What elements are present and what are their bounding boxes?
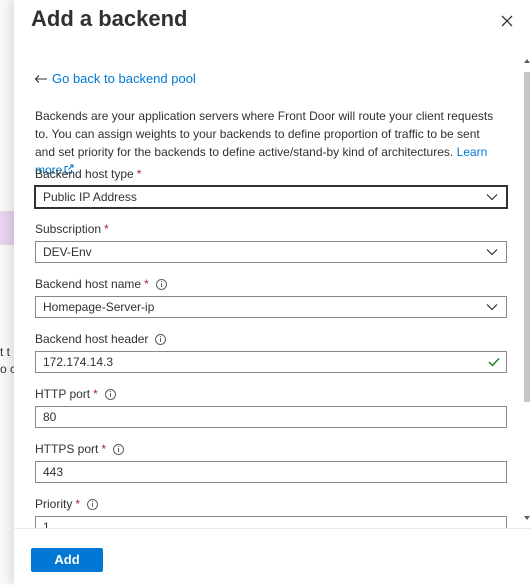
back-arrow-icon (34, 74, 47, 83)
background-page (0, 0, 14, 584)
http-port-label: HTTP port * (35, 387, 116, 401)
checkmark-icon (488, 358, 500, 367)
info-icon[interactable] (104, 388, 116, 400)
host-type-select[interactable]: Public IP Address (34, 185, 508, 209)
close-icon (501, 15, 513, 27)
http-port-input[interactable]: 80 (35, 406, 507, 428)
info-icon[interactable] (87, 498, 99, 510)
back-link-label: Go back to backend pool (52, 71, 196, 86)
add-backend-panel: Add a backend Go back to backend pool Ba… (14, 0, 531, 585)
subscription-select[interactable]: DEV-Env (35, 241, 507, 263)
add-button[interactable]: Add (31, 548, 103, 572)
subscription-label: Subscription * (35, 222, 109, 236)
https-port-label: HTTPS port * (35, 442, 125, 456)
chevron-down-icon (486, 304, 498, 311)
scroll-thumb[interactable] (524, 72, 530, 402)
back-to-pool-link[interactable]: Go back to backend pool (34, 71, 196, 86)
background-text: o cr (0, 362, 14, 376)
host-name-label: Backend host name * (35, 277, 167, 291)
panel-footer: Add (14, 528, 531, 585)
scroll-up-arrow-icon[interactable] (524, 58, 530, 63)
scroll-down-arrow-icon[interactable] (524, 516, 530, 521)
host-header-label: Backend host header (35, 332, 167, 346)
chevron-down-icon (486, 249, 498, 256)
host-header-input[interactable]: 172.174.14.3 (35, 351, 507, 373)
chevron-down-icon (486, 194, 498, 201)
background-text: t t (0, 345, 11, 359)
info-icon[interactable] (155, 333, 167, 345)
info-icon[interactable] (113, 443, 125, 455)
close-button[interactable] (498, 12, 516, 30)
panel-title: Add a backend (31, 6, 188, 31)
host-name-select[interactable]: Homepage-Server-ip (35, 296, 507, 318)
priority-label: Priority * (35, 497, 99, 511)
info-icon[interactable] (155, 278, 167, 290)
scrollbar[interactable] (523, 56, 531, 528)
description-text: Backends are your application servers wh… (35, 109, 494, 159)
https-port-input[interactable]: 443 (35, 461, 507, 483)
host-type-label: Backend host type * (35, 167, 142, 181)
background-highlight (0, 211, 14, 245)
